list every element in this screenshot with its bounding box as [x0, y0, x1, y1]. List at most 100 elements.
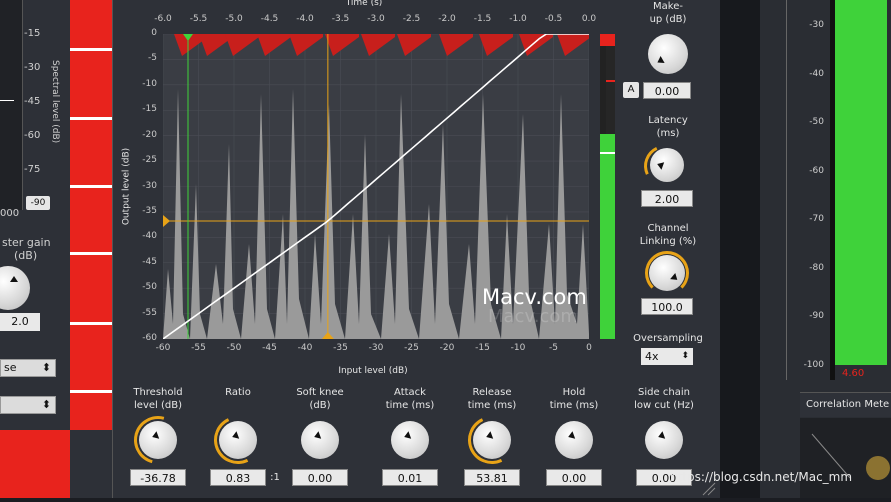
red-track — [70, 0, 112, 430]
makeup-value[interactable]: 0.00 — [643, 82, 691, 99]
input-tick: -35 — [333, 343, 348, 353]
ratio-knob[interactable] — [219, 421, 257, 459]
makeup-knob[interactable] — [648, 34, 688, 74]
output-tick: -10 — [142, 78, 157, 89]
latency-value[interactable]: 2.00 — [641, 190, 693, 207]
attack-knob[interactable] — [391, 421, 429, 459]
output-axis-label: Output level (dB) — [121, 147, 132, 226]
footer-link[interactable]: https://blog.csdn.net/Mac_mm — [670, 470, 852, 484]
right-divider — [720, 0, 764, 498]
output-tick: -25 — [142, 155, 157, 166]
release-knob[interactable] — [473, 421, 511, 459]
track-marker — [70, 48, 112, 51]
channel-linking-knob[interactable] — [649, 255, 685, 291]
hold-knob[interactable] — [555, 421, 593, 459]
input-tick: -60 — [155, 343, 171, 353]
channel-linking-value[interactable]: 100.0 — [641, 298, 693, 315]
output-tick: -45 — [142, 256, 157, 267]
output-tick: -30 — [142, 180, 157, 191]
input-tick: 0 — [586, 343, 592, 353]
soft-knee-label: Soft knee (dB) — [296, 387, 344, 411]
spectral-axis-label: Spectral level (dB) — [50, 60, 60, 144]
time-tick: -5.0 — [225, 14, 243, 24]
output-tick: -55 — [142, 307, 157, 318]
sidechain-knob[interactable] — [645, 421, 683, 459]
time-tick: -0.5 — [544, 14, 563, 24]
dropdown-arrows-icon: ⬍ — [41, 361, 51, 374]
threshold-label: Threshold level (dB) — [133, 387, 183, 411]
knob-pointer-icon — [230, 431, 240, 441]
level-tick: -100 — [803, 359, 824, 370]
input-tick: -30 — [368, 343, 384, 353]
knob-pointer-icon — [402, 431, 412, 441]
oversampling-select[interactable]: 4x ⬍ — [641, 348, 693, 365]
spectral-range-box[interactable]: -90 — [26, 196, 50, 210]
spectral-tick: -15 — [24, 28, 41, 39]
time-tick: -4.0 — [296, 14, 314, 24]
time-tick: -4.5 — [260, 14, 279, 24]
level-tick: -30 — [809, 20, 824, 30]
time-tick: -2.5 — [402, 14, 421, 24]
track-marker — [70, 252, 112, 255]
knob-pointer-icon — [484, 431, 494, 441]
time-tick: -1.0 — [509, 14, 527, 24]
master-gain-label: ster gain — [2, 236, 51, 249]
knob-pointer-icon — [312, 431, 322, 441]
level-tick: -70 — [809, 214, 824, 224]
dropdown-arrows-icon: ⬍ — [41, 398, 51, 411]
output-axis-label-wrap: Output level (dB) — [117, 148, 137, 225]
attack-value[interactable]: 0.01 — [382, 469, 438, 486]
hold-value[interactable]: 0.00 — [546, 469, 602, 486]
attack-label: Attack time (ms) — [385, 387, 435, 411]
left-tick: 000 — [0, 208, 20, 219]
knob-pointer-icon — [150, 431, 160, 441]
output-tick: -15 — [142, 104, 157, 115]
output-tick: 0 — [151, 28, 157, 38]
ratio-label: Ratio — [225, 387, 251, 398]
time-axis-label: Time (s) — [345, 0, 383, 8]
threshold-value[interactable]: -36.78 — [130, 469, 186, 486]
master-gain-unit: (dB) — [14, 249, 38, 262]
input-axis-label: Input level (dB) — [338, 366, 408, 376]
red-track-bottom — [0, 430, 70, 498]
track-marker — [70, 322, 112, 325]
time-tick: -6.0 — [154, 14, 172, 24]
track-marker — [70, 185, 112, 188]
level-tick: -50 — [809, 117, 824, 127]
oversampling-label: Oversampling — [633, 333, 703, 344]
level-meter-panel: -30 -40 -50 -60 -70 -80 -90 -100 4.60 Correlati… — [760, 0, 891, 498]
ratio-value[interactable]: 0.83 — [210, 469, 266, 486]
input-tick: -25 — [404, 343, 419, 353]
input-tick: -45 — [262, 343, 277, 353]
dropdown-2[interactable]: ⬍ — [0, 396, 56, 414]
spectral-tick: -75 — [24, 164, 41, 175]
release-value[interactable]: 53.81 — [464, 469, 520, 486]
output-tick: -5 — [148, 53, 157, 64]
soft-knee-knob[interactable] — [301, 421, 339, 459]
level-tick: -80 — [809, 262, 824, 273]
watermark-ghost: Macv.com — [488, 306, 578, 327]
input-tick: -15 — [475, 343, 490, 353]
time-tick: -3.5 — [331, 14, 350, 24]
dropdown-1[interactable]: se ⬍ — [0, 359, 56, 377]
level-meter-bar — [835, 0, 887, 365]
spectral-tick: -60 — [24, 130, 41, 141]
time-tick: 0.0 — [581, 14, 597, 24]
output-tick: -20 — [142, 129, 157, 140]
channel-linking-label: Channel Linking (%) — [639, 223, 697, 247]
time-tick: -5.5 — [189, 14, 208, 24]
input-tick: -5 — [549, 343, 558, 353]
master-gain-value[interactable]: 2.0 — [0, 313, 40, 331]
input-tick: -50 — [226, 343, 242, 353]
level-tick: -60 — [809, 165, 824, 176]
track-marker — [70, 117, 112, 120]
soft-knee-value[interactable]: 0.00 — [292, 469, 348, 486]
latency-knob[interactable] — [650, 148, 684, 182]
threshold-knob[interactable] — [139, 421, 177, 459]
time-tick: -3.0 — [367, 14, 385, 24]
makeup-auto-button[interactable]: A — [623, 82, 639, 98]
master-gain-knob[interactable] — [0, 266, 30, 310]
input-tick: -55 — [191, 343, 206, 353]
spectral-plot — [0, 0, 23, 210]
knob-pointer-icon — [566, 431, 576, 441]
